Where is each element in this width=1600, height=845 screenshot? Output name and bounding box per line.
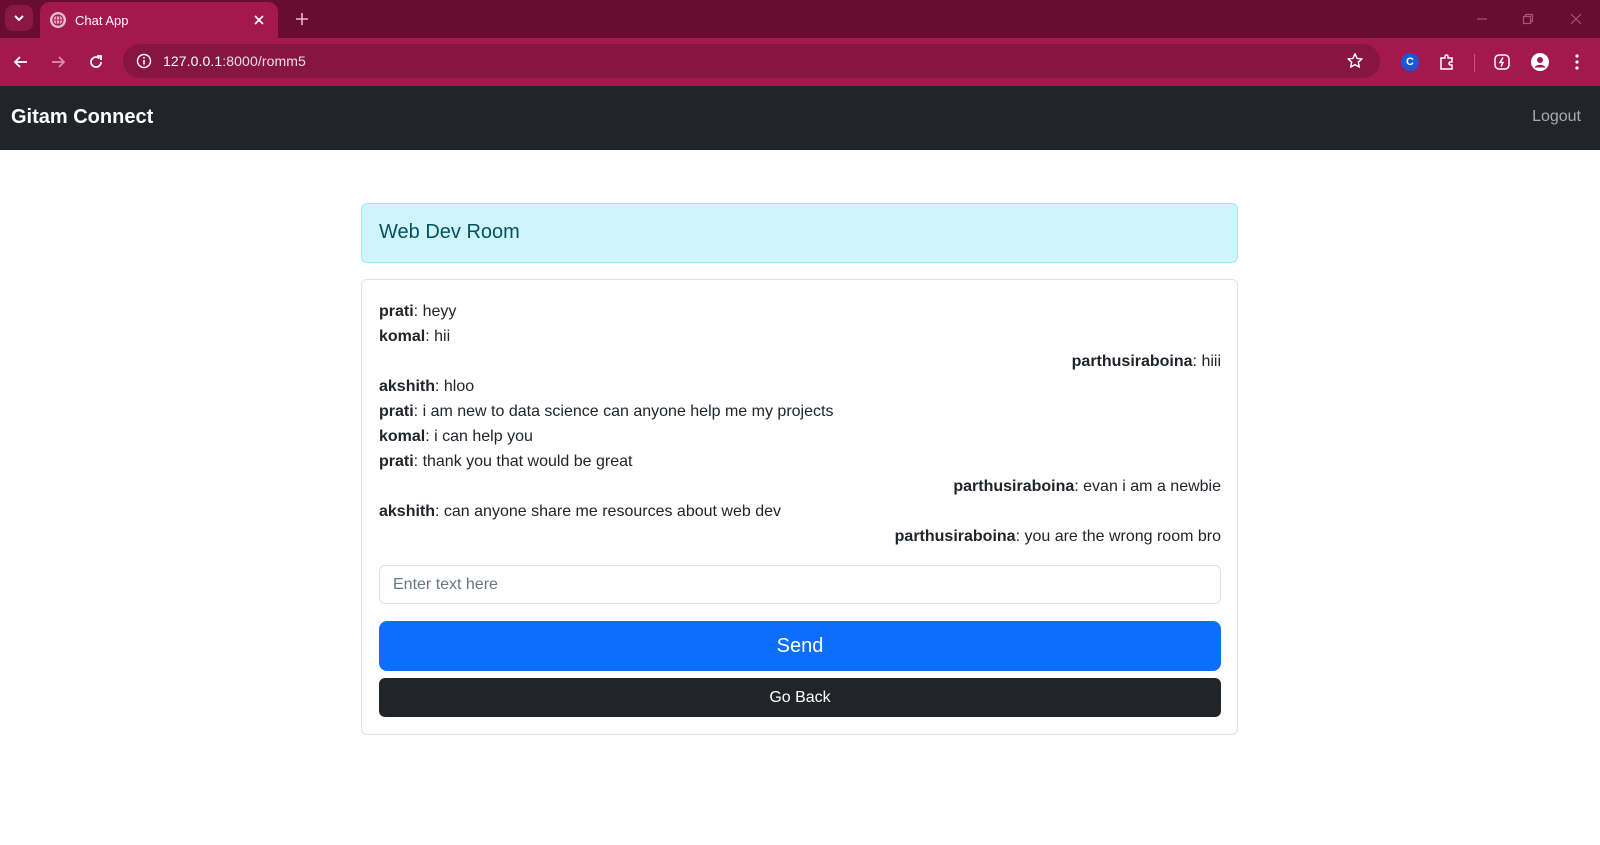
more-vertical-icon (1575, 54, 1579, 70)
message-row: akshith: can anyone share me resources a… (379, 499, 1221, 524)
puzzle-icon (1440, 54, 1453, 70)
message-row: parthusiraboina: you are the wrong room … (379, 524, 1221, 549)
message-row: komal: i can help you (379, 424, 1221, 449)
close-icon (1570, 13, 1582, 25)
chevron-down-icon (14, 15, 24, 22)
message-text: : heyy (413, 303, 457, 320)
message-sender: parthusiraboina (894, 528, 1016, 545)
c-extension-icon: C (1401, 53, 1419, 71)
extensions-button[interactable] (1435, 50, 1459, 74)
message-text: : hiii (1192, 353, 1221, 370)
bookmark-button[interactable] (1344, 50, 1366, 72)
browser-toolbar: 127.0.0.1:8000/romm5 C (0, 38, 1600, 86)
message-row: prati: thank you that would be great (379, 449, 1221, 474)
minimize-button[interactable] (1472, 9, 1492, 29)
profile-icon (1531, 53, 1549, 71)
performance-icon (1494, 54, 1510, 70)
message-text: : you are the wrong room bro (1015, 528, 1221, 545)
message-row: prati: i am new to data science can anyo… (379, 399, 1221, 424)
browser-menu-button[interactable] (1565, 50, 1589, 74)
close-icon[interactable] (250, 11, 268, 29)
arrow-left-icon (13, 56, 27, 68)
restore-button[interactable] (1518, 9, 1538, 29)
restore-icon (1522, 13, 1534, 25)
message-sender: parthusiraboina (1071, 353, 1193, 370)
plus-icon (296, 13, 308, 25)
message-text: : i can help you (425, 428, 533, 445)
url-text[interactable]: 127.0.0.1:8000/romm5 (163, 53, 306, 69)
message-input[interactable] (379, 565, 1221, 604)
message-list: prati: heyy komal: hii parthusiraboina: hi… (379, 299, 1221, 549)
arrow-right-icon (52, 56, 66, 68)
send-button[interactable]: Send (379, 621, 1221, 671)
reload-icon (90, 55, 102, 68)
chat-card: prati: heyy komal: hii parthusiraboina: hi… (361, 279, 1238, 735)
globe-icon (50, 12, 66, 28)
go-back-button[interactable]: Go Back (379, 678, 1221, 717)
message-text: : thank you that would be great (413, 453, 633, 470)
message-text: : evan i am a newbie (1074, 478, 1221, 495)
message-text: : hii (425, 328, 451, 345)
back-button[interactable] (9, 50, 33, 74)
message-row: komal: hii (379, 324, 1221, 349)
performance-button[interactable] (1490, 50, 1514, 74)
forward-button[interactable] (46, 50, 70, 74)
info-icon[interactable] (136, 53, 152, 69)
message-row: parthusiraboina: evan i am a newbie (379, 474, 1221, 499)
address-bar[interactable]: 127.0.0.1:8000/romm5 (123, 44, 1380, 78)
brand-title[interactable]: Gitam Connect (11, 106, 153, 129)
message-text: : can anyone share me resources about we… (435, 503, 781, 520)
message-row: prati: heyy (379, 299, 1221, 324)
tab-title: Chat App (75, 12, 129, 28)
message-sender: akshith (379, 503, 436, 520)
message-sender: prati (379, 453, 414, 470)
message-sender: prati (379, 403, 414, 420)
browser-tab-active[interactable]: Chat App (40, 2, 278, 38)
message-row: parthusiraboina: hiii (379, 349, 1221, 374)
message-sender: akshith (379, 378, 436, 395)
room-header-alert: Web Dev Room (361, 203, 1238, 263)
message-text: : i am new to data science can anyone he… (413, 403, 834, 420)
room-title: Web Dev Room (379, 221, 520, 243)
new-tab-button[interactable] (291, 8, 313, 30)
toolbar-divider (1474, 54, 1475, 72)
window-close-button[interactable] (1566, 9, 1586, 29)
logout-link[interactable]: Logout (1532, 108, 1581, 126)
tab-search-button[interactable] (5, 5, 33, 31)
message-sender: komal (379, 328, 426, 345)
browser-tabstrip: Chat App (0, 0, 1600, 38)
star-icon (1347, 53, 1363, 68)
message-row: akshith: hloo (379, 374, 1221, 399)
minimize-icon (1477, 18, 1487, 20)
message-sender: komal (379, 428, 426, 445)
profile-button[interactable] (1528, 50, 1552, 74)
app-navbar: Gitam Connect Logout (0, 86, 1600, 150)
message-text: : hloo (435, 378, 475, 395)
message-sender: prati (379, 303, 414, 320)
reload-button[interactable] (84, 50, 108, 74)
message-sender: parthusiraboina (953, 478, 1075, 495)
c-extension-button[interactable]: C (1398, 50, 1422, 74)
